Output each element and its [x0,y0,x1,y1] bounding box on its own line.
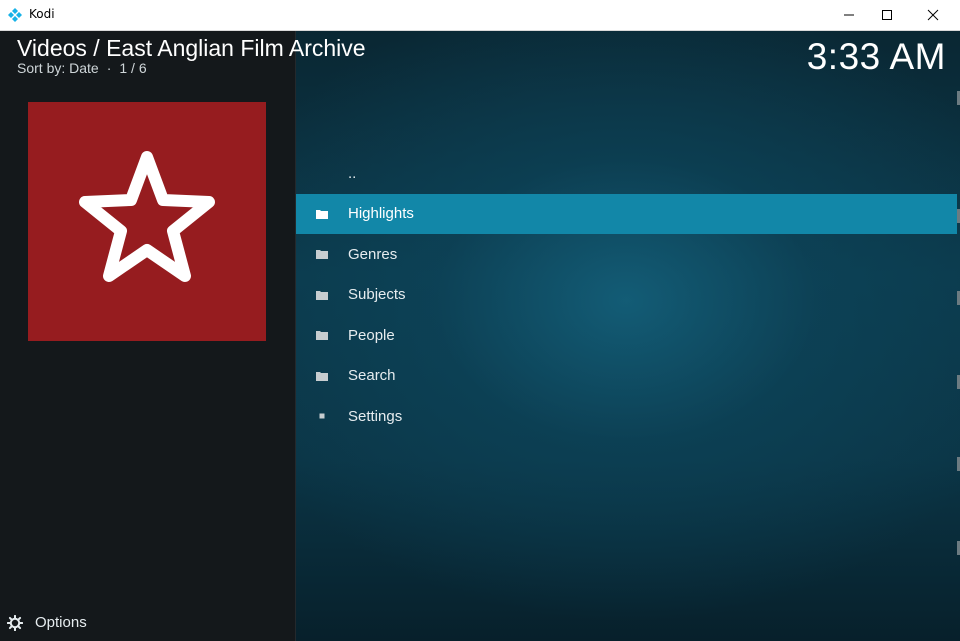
folder-icon [316,371,328,381]
list-item-search[interactable]: Search [296,356,957,397]
list-item-label: People [348,326,395,344]
options-button[interactable]: Options [7,614,87,631]
separator: · [106,60,112,76]
kodi-window: Kodi Videos / East Anglian Film Archive … [0,0,960,641]
folder-icon [316,290,328,300]
list-item-label: Search [348,367,396,385]
star-outline-icon [79,150,215,282]
kodi-app: Videos / East Anglian Film Archive Sort … [0,31,960,641]
folder-icon [316,209,328,219]
list-item-label: Highlights [348,205,414,223]
list-item-settings[interactable]: Settings [296,396,957,437]
gear-icon [7,614,23,631]
sort-info: Sort by: Date · 1 / 6 [17,60,147,76]
window-titlebar[interactable]: Kodi [0,0,960,31]
minimize-icon [844,14,854,16]
clock: 3:33 AM [806,36,946,77]
breadcrumb: Videos / East Anglian Film Archive [17,35,366,61]
list-item-highlights[interactable]: Highlights [296,193,957,234]
options-label: Options [35,614,87,631]
folder-icon [316,249,328,260]
close-icon [927,9,939,21]
folder-icon [316,330,328,341]
list-item-label: .. [348,164,357,182]
maximize-icon [882,10,892,20]
list-item-label: Subjects [348,286,406,304]
list-item-label: Settings [348,407,403,425]
page-info: 1 / 6 [119,60,147,76]
list-item-subjects[interactable]: Subjects [296,275,957,316]
list-item-people[interactable]: People [296,315,957,356]
list-item-genres[interactable]: Genres [296,234,957,275]
close-button[interactable] [910,0,956,30]
window-title: Kodi [29,7,55,21]
list-item-label: Genres [348,245,398,263]
sort-label: Sort by: Date [17,60,99,76]
square-icon [316,411,328,421]
folder-thumbnail [28,102,266,341]
maximize-button[interactable] [864,0,910,30]
kodi-logo-icon [8,8,22,22]
file-list: .. Highlights Genres Subjects People Sea… [296,153,957,437]
list-item-parent[interactable]: .. [296,153,957,194]
